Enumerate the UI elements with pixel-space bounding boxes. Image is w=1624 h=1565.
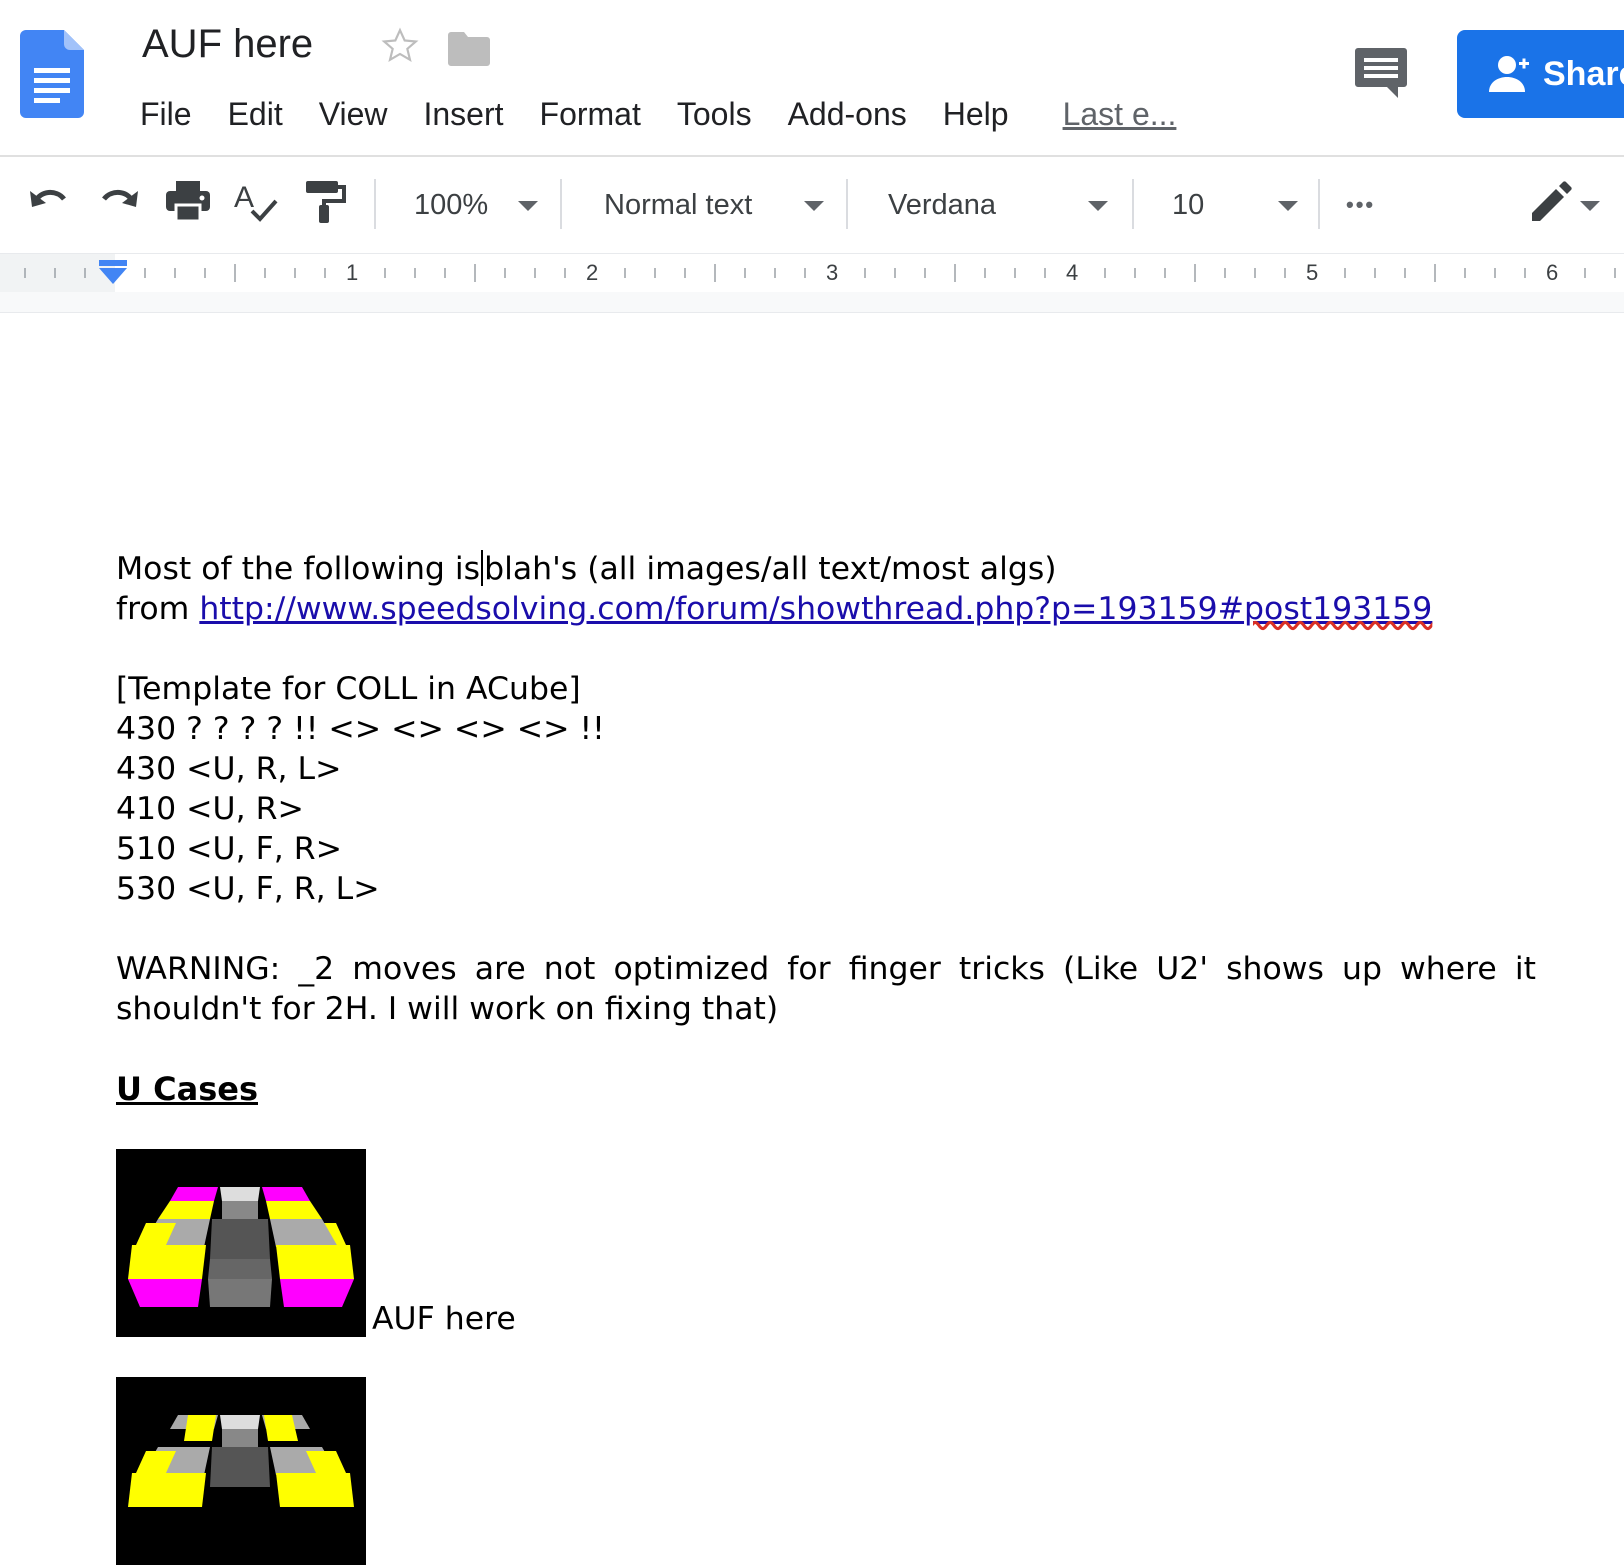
zoom-value: 100%	[414, 188, 489, 221]
docs-logo-icon[interactable]	[20, 30, 84, 118]
menu-view[interactable]: View	[319, 96, 388, 133]
undo-icon[interactable]	[26, 177, 74, 225]
font-caret-icon[interactable]	[1088, 201, 1108, 211]
menu-help[interactable]: Help	[943, 96, 1009, 133]
print-icon[interactable]	[164, 177, 212, 225]
case-caption: AUF here	[372, 1301, 516, 1337]
indent-marker-icon[interactable]	[97, 260, 129, 286]
ruler-number: 5	[1306, 260, 1319, 285]
coll-case-image[interactable]	[116, 1149, 366, 1337]
document-body[interactable]: Most of the following is blah's (all imag…	[116, 549, 1536, 1565]
source-link[interactable]: http://www.speedsolving.com/forum/showth…	[199, 591, 1432, 627]
ruler-number: 4	[1066, 260, 1079, 285]
app-header: AUF here File Edit View Insert Format To…	[0, 0, 1624, 157]
zoom-select[interactable]: 100%	[414, 181, 488, 229]
ruler-number: 2	[586, 260, 599, 285]
edit-mode-caret-icon[interactable]	[1580, 201, 1600, 211]
zoom-caret-icon[interactable]	[518, 201, 538, 211]
paragraph-style-select[interactable]: Normal text	[604, 181, 752, 229]
horizontal-ruler[interactable]: 1 2 3 4 5 6	[0, 253, 1624, 293]
ruler-number: 1	[346, 260, 359, 285]
template-line: [Template for COLL in ACube]	[116, 671, 581, 707]
template-line: 430 <U, R, L>	[116, 751, 342, 787]
coll-case-image[interactable]	[116, 1377, 366, 1565]
font-size-caret-icon[interactable]	[1278, 201, 1298, 211]
font-select[interactable]: Verdana	[888, 181, 996, 229]
template-line: 430 ? ? ? ? !! <> <> <> <> !!	[116, 711, 605, 747]
ruler-ticks	[24, 264, 1616, 282]
font-size-select[interactable]: 10	[1172, 181, 1204, 229]
document-page[interactable]: Most of the following is blah's (all imag…	[0, 313, 1624, 1565]
toolbar-divider	[846, 179, 848, 229]
menu-insert[interactable]: Insert	[423, 96, 503, 133]
svg-text:A: A	[234, 181, 254, 214]
toolbar-divider	[1132, 179, 1134, 229]
warning-paragraph: WARNING: _2 moves are not optimized for …	[116, 951, 1536, 1027]
spellcheck-icon[interactable]: A	[232, 177, 280, 225]
font-value: Verdana	[888, 188, 997, 221]
section-heading: U Cases	[116, 1070, 258, 1108]
link-text-misspelled: post193159	[1244, 591, 1433, 627]
intro-text: blah's (all images/all text/most algs)	[484, 551, 1057, 587]
toolbar: A 100% Normal text Verdana 10 •••	[0, 157, 1624, 253]
more-icon: •••	[1346, 192, 1376, 217]
redo-icon[interactable]	[94, 177, 142, 225]
link-text: http://www.speedsolving.com/forum/showth…	[199, 591, 1245, 627]
intro-text: Most of the following is	[116, 551, 481, 587]
toolbar-divider	[560, 179, 562, 229]
template-line: 530 <U, F, R, L>	[116, 871, 380, 907]
ruler-number: 6	[1546, 260, 1559, 285]
case-row	[116, 1377, 1536, 1565]
ruler-number: 3	[826, 260, 839, 285]
folder-icon[interactable]	[448, 30, 490, 66]
template-line: 410 <U, R>	[116, 791, 304, 827]
menu-format[interactable]: Format	[540, 96, 641, 133]
toolbar-divider	[1318, 179, 1320, 229]
intro-line: Most of the following is blah's (all imag…	[116, 549, 1536, 589]
paint-format-icon[interactable]	[300, 177, 348, 225]
more-options-button[interactable]: •••	[1346, 181, 1375, 229]
menu-edit[interactable]: Edit	[228, 96, 283, 133]
source-prefix: from	[116, 591, 200, 627]
comment-icon[interactable]	[1354, 46, 1408, 100]
person-add-icon	[1489, 56, 1529, 92]
menu-file[interactable]: File	[140, 96, 192, 133]
font-size-value: 10	[1172, 188, 1205, 221]
star-icon[interactable]	[380, 26, 420, 66]
text-cursor	[481, 550, 484, 586]
share-label: Share	[1543, 54, 1624, 93]
toolbar-divider	[374, 179, 376, 229]
share-button[interactable]: Share	[1457, 30, 1624, 118]
document-title[interactable]: AUF here	[142, 22, 313, 67]
last-edit-link[interactable]: Last e...	[1063, 96, 1177, 133]
paragraph-style-value: Normal text	[604, 188, 753, 221]
menu-addons[interactable]: Add-ons	[788, 96, 907, 133]
ruler-shadow	[0, 292, 1624, 313]
style-caret-icon[interactable]	[804, 201, 824, 211]
menu-tools[interactable]: Tools	[677, 96, 752, 133]
edit-mode-pencil-icon[interactable]	[1526, 177, 1574, 225]
menu-bar: File Edit View Insert Format Tools Add-o…	[140, 92, 1176, 136]
template-line: 510 <U, F, R>	[116, 831, 343, 867]
case-row: AUF here	[116, 1149, 1536, 1337]
source-line: from http://www.speedsolving.com/forum/s…	[116, 589, 1536, 629]
